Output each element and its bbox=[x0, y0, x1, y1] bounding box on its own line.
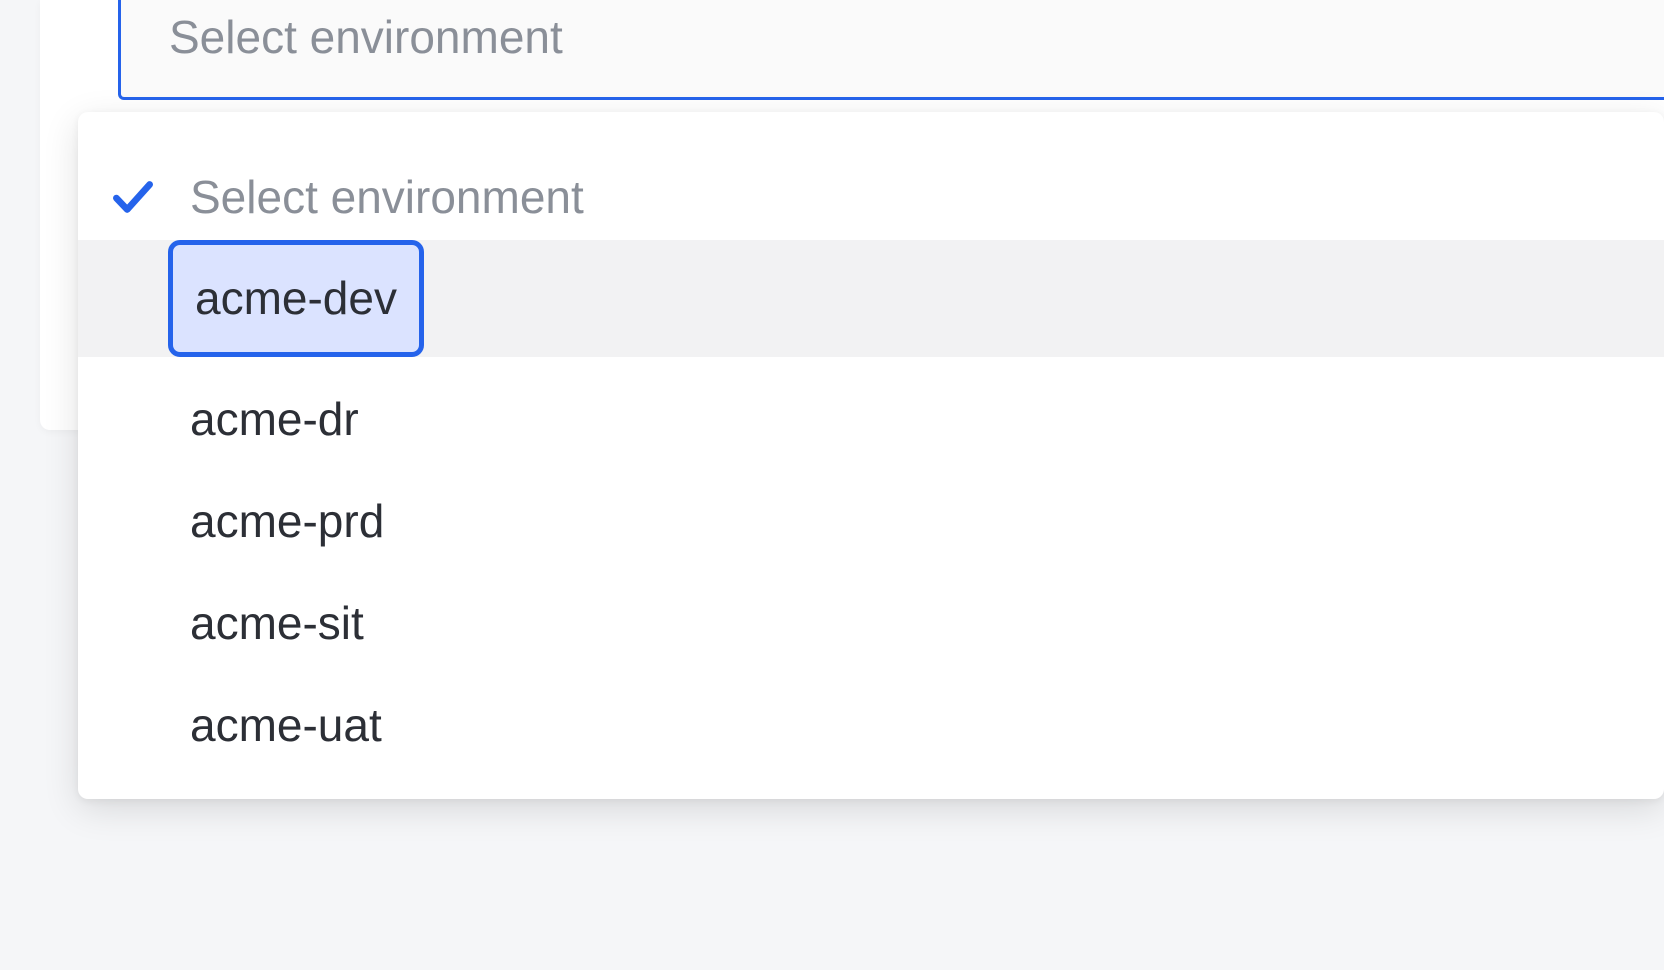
check-slot bbox=[108, 172, 190, 222]
environment-select-trigger[interactable]: Select environment bbox=[118, 0, 1664, 100]
environment-option-label: acme-sit bbox=[190, 598, 364, 649]
environment-select-header-option[interactable]: Select environment bbox=[78, 154, 1664, 240]
spacer bbox=[78, 561, 1664, 585]
environment-option-label: acme-uat bbox=[190, 700, 382, 751]
environment-option-acme-sit[interactable]: acme-sit bbox=[78, 585, 1664, 663]
environment-option-label: acme-dr bbox=[190, 394, 359, 445]
environment-option-acme-uat[interactable]: acme-uat bbox=[78, 687, 1664, 765]
spacer bbox=[78, 357, 1664, 381]
spacer bbox=[78, 459, 1664, 483]
environment-option-label: acme-prd bbox=[190, 496, 384, 547]
spacer bbox=[78, 663, 1664, 687]
environment-select-dropdown: Select environment acme-dev acme-dr acme… bbox=[78, 112, 1664, 799]
environment-option-acme-dr[interactable]: acme-dr bbox=[78, 381, 1664, 459]
environment-option-label: acme-dev bbox=[168, 240, 424, 357]
environment-option-acme-dev[interactable]: acme-dev bbox=[78, 240, 1664, 357]
check-icon bbox=[108, 172, 158, 222]
environment-select-placeholder: Select environment bbox=[169, 12, 563, 63]
environment-option-acme-prd[interactable]: acme-prd bbox=[78, 483, 1664, 561]
environment-select-header-label: Select environment bbox=[190, 172, 584, 223]
